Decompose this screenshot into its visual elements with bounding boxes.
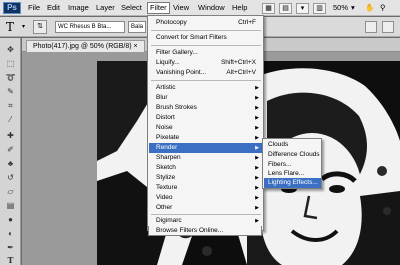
filter-video-item[interactable]: Video ▶ — [149, 193, 263, 203]
quick-select-tool-icon[interactable]: ✎ — [4, 86, 17, 97]
zoom-level[interactable]: 50% — [333, 3, 348, 12]
font-style-select[interactable]: Bala — [128, 21, 146, 33]
menu-separator — [151, 45, 261, 46]
menu-edit[interactable]: Edit — [47, 3, 60, 13]
filter-dropdown-menu: Photocopy Ctrl+F Convert for Smart Filter… — [147, 15, 264, 231]
submenu-arrow-icon: ▶ — [255, 165, 259, 171]
filter-stylize-item[interactable]: Stylize ▶ — [149, 173, 263, 183]
filter-brush-strokes-item[interactable]: Brush Strokes ▶ — [149, 103, 263, 113]
menu-view[interactable]: View — [173, 3, 189, 13]
crop-tool-icon[interactable]: ⌗ — [4, 100, 17, 111]
filter-artistic-item[interactable]: Artistic ▶ — [149, 83, 263, 93]
warp-text-button[interactable] — [365, 21, 377, 33]
type-tool-panel-icon[interactable]: T — [4, 254, 17, 265]
filter-render-item[interactable]: Render ▶ — [149, 143, 263, 153]
filter-vanishing-point-item[interactable]: Vanishing Point... Alt+Ctrl+V — [149, 68, 263, 78]
healing-brush-tool-icon[interactable]: ✚ — [4, 130, 17, 141]
lasso-tool-icon[interactable]: ➰ — [4, 72, 17, 83]
submenu-arrow-icon: ▶ — [255, 185, 259, 191]
extras-button[interactable]: ▾ — [296, 2, 309, 14]
menu-help[interactable]: Help — [232, 3, 247, 13]
photoshop-logo: Ps — [3, 2, 21, 14]
type-tool-icon[interactable]: T — [6, 20, 14, 34]
submenu-arrow-icon: ▶ — [255, 95, 259, 101]
submenu-arrow-icon: ▶ — [255, 125, 259, 131]
move-tool-icon[interactable]: ✥ — [4, 44, 17, 55]
zoom-dropdown-icon[interactable]: ▾ — [351, 3, 355, 12]
menu-separator — [151, 30, 261, 31]
font-family-select[interactable]: WC Rhesus B Bta... — [55, 21, 125, 33]
eraser-tool-icon[interactable]: ▱ — [4, 186, 17, 197]
submenu-arrow-icon: ▶ — [255, 195, 259, 201]
brush-tool-icon[interactable]: ✐ — [4, 144, 17, 155]
submenu-arrow-icon: ▶ — [255, 145, 259, 151]
filter-browse-online-item[interactable]: Browse Filters Online... — [148, 226, 262, 236]
render-lighting-effects-item[interactable]: Lighting Effects... — [264, 178, 321, 188]
menu-window[interactable]: Window — [198, 3, 225, 13]
filter-gallery-item[interactable]: Filter Gallery... — [149, 48, 263, 58]
filter-distort-item[interactable]: Distort ▶ — [149, 113, 263, 123]
menu-select[interactable]: Select — [121, 3, 142, 13]
filter-pixelate-item[interactable]: Pixelate ▶ — [149, 133, 263, 143]
filter-sharpen-item[interactable]: Sharpen ▶ — [149, 153, 263, 163]
history-brush-tool-icon[interactable]: ↺ — [4, 172, 17, 183]
document-tab[interactable]: Photo(417).jpg @ 50% (RGB/8) × — [26, 40, 145, 52]
clone-stamp-tool-icon[interactable]: ♣ — [4, 158, 17, 169]
character-panel-button[interactable] — [382, 21, 394, 33]
dodge-tool-icon[interactable]: ◐ — [4, 228, 17, 239]
menu-filter[interactable]: Filter — [147, 2, 170, 14]
arrange-button[interactable]: ▥ — [313, 2, 326, 14]
gradient-tool-icon[interactable]: ▤ — [4, 200, 17, 211]
submenu-arrow-icon: ▶ — [255, 218, 259, 224]
menu-bar: Ps File Edit Image Layer Select Filter V… — [0, 0, 400, 16]
render-difference-clouds-item[interactable]: Difference Clouds — [264, 150, 321, 160]
submenu-arrow-icon: ▶ — [255, 105, 259, 111]
filter-noise-item[interactable]: Noise ▶ — [149, 123, 263, 133]
tool-preset-dropdown-icon[interactable]: ▾ — [22, 23, 25, 30]
filter-convert-smart-item[interactable]: Convert for Smart Filters — [149, 33, 263, 43]
menu-image[interactable]: Image — [68, 3, 89, 13]
mini-bridge-button[interactable]: ▤ — [279, 2, 292, 14]
filter-digimarc-label-item[interactable]: Digimarc ▶ — [149, 216, 263, 226]
text-orientation-button[interactable]: ⇅ — [33, 20, 47, 34]
marquee-tool-icon[interactable]: ⬚ — [4, 58, 17, 69]
menu-separator — [151, 80, 261, 81]
submenu-arrow-icon: ▶ — [255, 115, 259, 121]
menu-layer[interactable]: Layer — [96, 3, 115, 13]
tools-panel: ✥ ⬚ ➰ ✎ ⌗ ⁄ ✚ ✐ ♣ ↺ ▱ ▤ ● ◐ ✒ T — [0, 38, 21, 265]
submenu-arrow-icon: ▶ — [255, 85, 259, 91]
blur-tool-icon[interactable]: ● — [4, 214, 17, 225]
zoom-tool-icon[interactable]: ⚲ — [380, 3, 386, 12]
eyedropper-tool-icon[interactable]: ⁄ — [4, 114, 17, 125]
bridge-button[interactable]: ▦ — [262, 2, 275, 14]
submenu-arrow-icon: ▶ — [255, 135, 259, 141]
render-submenu: Clouds Difference Clouds Fibers... Lens … — [262, 138, 322, 189]
render-clouds-item[interactable]: Clouds — [264, 140, 321, 150]
filter-texture-item[interactable]: Texture ▶ — [149, 183, 263, 193]
pen-tool-icon[interactable]: ✒ — [4, 242, 17, 253]
filter-blur-item[interactable]: Blur ▶ — [149, 93, 263, 103]
filter-photocopy-item[interactable]: Photocopy Ctrl+F — [149, 18, 263, 28]
filter-liquify-item[interactable]: Liquify... Shift+Ctrl+X — [149, 58, 263, 68]
submenu-arrow-icon: ▶ — [255, 175, 259, 181]
submenu-arrow-icon: ▶ — [255, 155, 259, 161]
hand-tool-icon[interactable]: ✋ — [365, 3, 374, 12]
filter-sketch-item[interactable]: Sketch ▶ — [149, 163, 263, 173]
menu-file[interactable]: File — [28, 3, 40, 13]
